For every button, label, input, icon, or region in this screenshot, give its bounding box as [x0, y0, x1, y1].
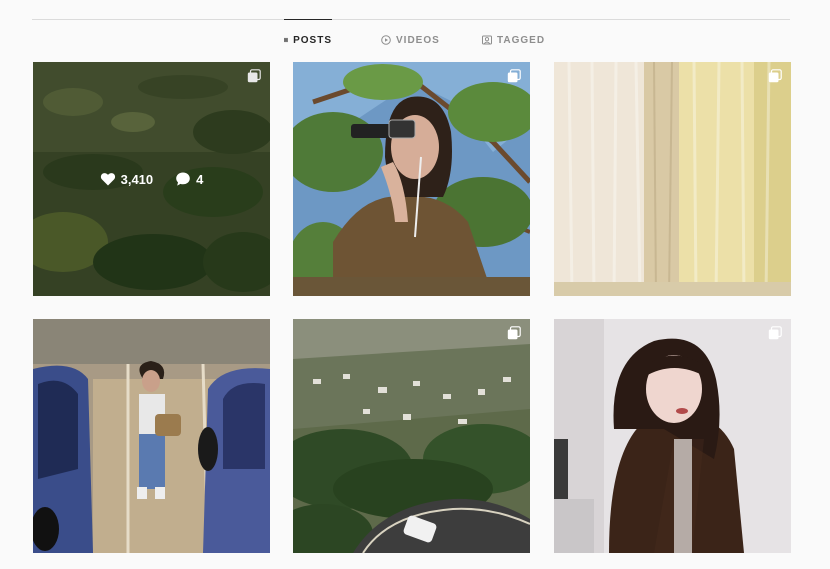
tab-tagged[interactable]: TAGGED: [482, 20, 545, 60]
tag-person-icon: [482, 35, 492, 45]
post-image-hills-aerial: [293, 319, 530, 553]
heart-icon: [100, 173, 115, 186]
tab-videos[interactable]: VIDEOS: [381, 20, 440, 60]
grid-icon: [284, 37, 289, 43]
profile-tabs: POSTS VIDEOS TAGGED: [0, 19, 830, 60]
tab-posts-label: POSTS: [293, 34, 332, 46]
post-tile-sunglasses-tree[interactable]: [293, 62, 530, 296]
post-tile-parking-lot[interactable]: [33, 319, 270, 553]
multiple-photos-icon: [768, 69, 782, 83]
comment-bubble-icon: [176, 172, 190, 186]
tab-posts[interactable]: POSTS: [284, 19, 332, 60]
tab-videos-label: VIDEOS: [396, 34, 440, 46]
comments-stat: 4: [175, 171, 203, 187]
multiple-photos-icon: [507, 69, 521, 83]
tab-tagged-label: TAGGED: [497, 34, 546, 46]
post-tile-brown-jacket-portrait[interactable]: [554, 319, 791, 553]
post-image-brown-jacket-portrait: [554, 319, 791, 553]
post-hover-overlay: 3,410 4: [33, 62, 270, 296]
post-image-parking-lot: [33, 319, 270, 553]
play-circle-icon: [381, 35, 391, 45]
post-image-curtains-window: [554, 62, 791, 296]
post-tile-grass-field[interactable]: 3,410 4: [33, 62, 270, 296]
post-tile-hills-aerial[interactable]: [293, 319, 530, 553]
comments-count: 4: [196, 171, 204, 187]
post-tile-curtains-window[interactable]: [554, 62, 791, 296]
multiple-photos-icon: [507, 326, 521, 340]
post-image-sunglasses-tree: [293, 62, 530, 296]
likes-count: 3,410: [120, 171, 154, 187]
multiple-photos-icon: [768, 326, 782, 340]
likes-stat: 3,410: [100, 171, 154, 187]
